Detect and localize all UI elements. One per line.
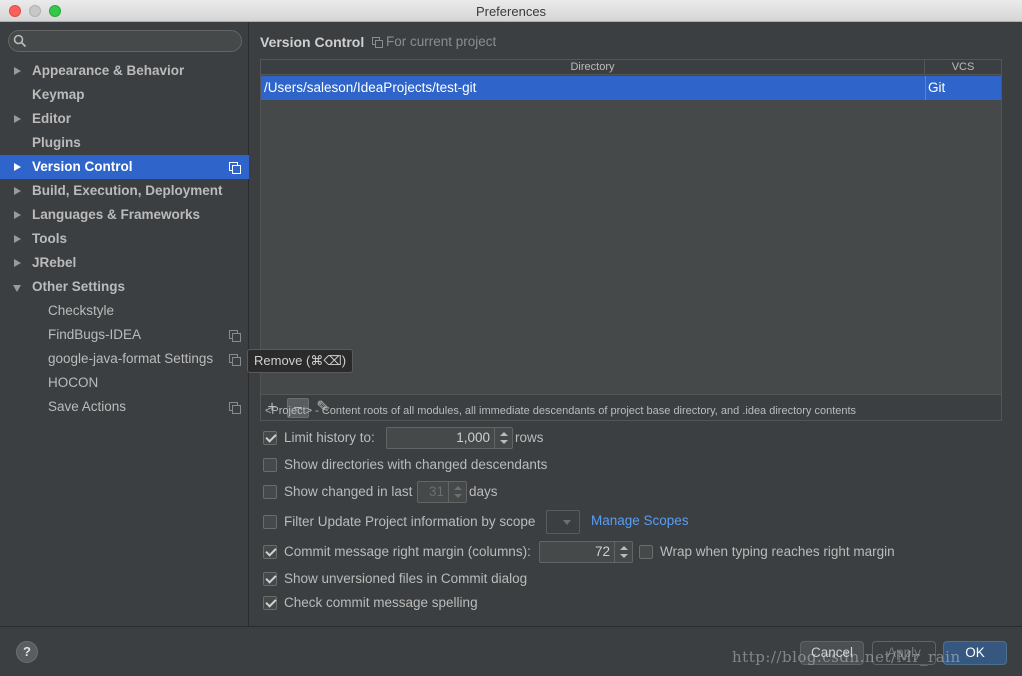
changed-days-value: 31 (428, 484, 444, 499)
project-scope-icon (229, 354, 241, 366)
limit-history-checkbox[interactable] (263, 431, 277, 445)
column-header-vcs[interactable]: VCS (925, 60, 1001, 75)
sidebar-item-label: JRebel (32, 255, 77, 270)
watermark-text: http://blog.csdn.net/Mr_rain (732, 648, 961, 666)
sidebar-item-label: HOCON (48, 375, 99, 390)
expand-arrow-icon (14, 259, 21, 267)
sidebar-item-plugins[interactable]: Plugins (0, 131, 249, 155)
changed-days-spinner[interactable]: 31 (417, 481, 467, 503)
sidebar-item-label: Editor (32, 111, 71, 126)
sidebar-item-label: FindBugs-IDEA (48, 327, 142, 342)
table-row[interactable]: /Users/saleson/IdeaProjects/test-git Git (261, 76, 1001, 100)
remove-tooltip: Remove (⌘⌫) (247, 349, 354, 373)
scope-note-text: For current project (386, 34, 497, 49)
expand-arrow-icon (14, 187, 21, 195)
page-title: Version Control (260, 34, 365, 50)
show-unversioned-label: Show unversioned files in Commit dialog (284, 571, 528, 586)
scope-dropdown[interactable] (546, 510, 580, 534)
window-title: Preferences (475, 4, 547, 19)
column-divider (925, 76, 926, 100)
settings-search-input[interactable] (8, 30, 242, 52)
sidebar-item-appearance-behavior[interactable]: Appearance & Behavior (0, 59, 249, 83)
sidebar-item-google-java-format[interactable]: google-java-format Settings (0, 347, 249, 371)
spinner-arrows-icon[interactable] (614, 542, 632, 562)
history-limit-value: 1,000 (456, 430, 490, 445)
show-dirs-checkbox[interactable] (263, 458, 277, 472)
sidebar-item-other-settings[interactable]: Other Settings (0, 275, 249, 299)
show-unversioned-checkbox[interactable] (263, 572, 277, 586)
sidebar-item-tools[interactable]: Tools (0, 227, 249, 251)
table-header: Directory VCS (261, 60, 1001, 75)
sidebar-item-languages-frameworks[interactable]: Languages & Frameworks (0, 203, 249, 227)
wrap-typing-checkbox[interactable] (639, 545, 653, 559)
project-scope-icon (229, 162, 241, 174)
filter-update-checkbox[interactable] (263, 515, 277, 529)
sidebar-item-keymap[interactable]: Keymap (0, 83, 249, 107)
expand-arrow-icon (14, 115, 21, 123)
content-roots-note: <Project> - Content roots of all modules… (265, 405, 857, 417)
vcs-cell[interactable]: Git (928, 76, 945, 100)
wrap-typing-label: Wrap when typing reaches right margin (660, 544, 895, 559)
sidebar-item-checkstyle[interactable]: Checkstyle (0, 299, 249, 323)
sidebar-item-label: Tools (32, 231, 67, 246)
sidebar-item-label: Save Actions (48, 399, 127, 414)
sidebar-item-label: Checkstyle (48, 303, 115, 318)
project-scope-icon (372, 37, 383, 48)
days-suffix: days (469, 484, 498, 499)
expand-arrow-icon (14, 67, 21, 75)
version-control-panel: Version Control For current project Dire… (250, 22, 1022, 626)
project-scope-icon (229, 330, 241, 342)
directory-cell: /Users/saleson/IdeaProjects/test-git (264, 80, 477, 95)
sidebar-item-label: Other Settings (32, 279, 126, 294)
project-scope-icon (229, 402, 241, 414)
show-changed-checkbox[interactable] (263, 485, 277, 499)
manage-scopes-link[interactable]: Manage Scopes (591, 513, 689, 528)
sidebar-item-version-control[interactable]: Version Control (0, 155, 249, 179)
commit-margin-checkbox[interactable] (263, 545, 277, 559)
expand-arrow-icon (14, 163, 21, 171)
filter-update-label: Filter Update Project information by sco… (284, 514, 536, 529)
sidebar-item-build-execution-deployment[interactable]: Build, Execution, Deployment (0, 179, 249, 203)
sidebar-item-label: Version Control (32, 159, 133, 174)
sidebar-item-editor[interactable]: Editor (0, 107, 249, 131)
sidebar-item-label: Keymap (32, 87, 85, 102)
expand-arrow-icon (14, 211, 21, 219)
sidebar-item-findbugs-idea[interactable]: FindBugs-IDEA (0, 323, 249, 347)
settings-sidebar: Appearance & Behavior Keymap Editor Plug… (0, 22, 249, 676)
expand-arrow-icon (14, 235, 21, 243)
sidebar-item-jrebel[interactable]: JRebel (0, 251, 249, 275)
scope-note: For current project (372, 34, 496, 49)
spinner-arrows-icon[interactable] (494, 428, 512, 448)
show-changed-label: Show changed in last (284, 484, 413, 499)
title-bar: Preferences (0, 0, 1022, 22)
search-icon (13, 34, 27, 48)
vcs-mappings-table: Directory VCS /Users/saleson/IdeaProject… (260, 59, 1002, 421)
sidebar-item-label: Appearance & Behavior (32, 63, 185, 78)
spinner-arrows-icon[interactable] (448, 482, 466, 502)
check-spelling-label: Check commit message spelling (284, 595, 478, 610)
limit-history-label: Limit history to: (284, 430, 375, 445)
help-button[interactable]: ? (16, 641, 38, 663)
commit-margin-spinner[interactable]: 72 (539, 541, 633, 563)
sidebar-item-hocon[interactable]: HOCON (0, 371, 249, 395)
commit-margin-label: Commit message right margin (columns): (284, 544, 531, 559)
sidebar-item-label: google-java-format Settings (48, 351, 214, 366)
check-spelling-checkbox[interactable] (263, 596, 277, 610)
sidebar-item-label: Build, Execution, Deployment (32, 183, 223, 198)
commit-margin-value: 72 (594, 544, 610, 559)
show-dirs-label: Show directories with changed descendant… (284, 457, 548, 472)
history-limit-spinner[interactable]: 1,000 (386, 427, 513, 449)
sidebar-item-label: Languages & Frameworks (32, 207, 201, 222)
sidebar-item-save-actions[interactable]: Save Actions (0, 395, 249, 419)
collapse-arrow-icon (13, 285, 21, 292)
sidebar-item-label: Plugins (32, 135, 81, 150)
column-header-directory[interactable]: Directory (261, 60, 925, 75)
rows-suffix: rows (515, 430, 544, 445)
